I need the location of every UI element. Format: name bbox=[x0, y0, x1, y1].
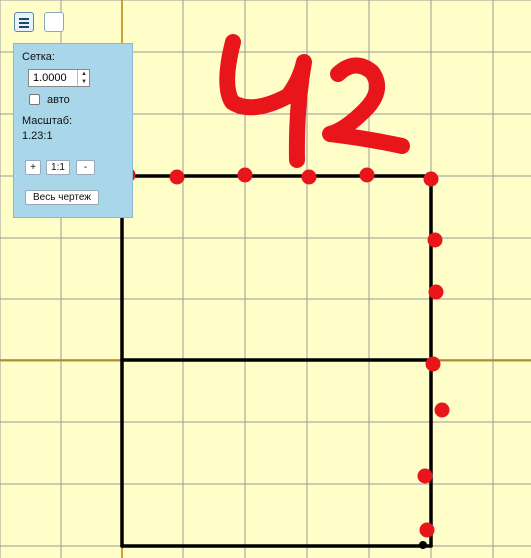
point-marker bbox=[423, 171, 439, 187]
point-marker bbox=[169, 169, 185, 185]
hamburger-icon-bar bbox=[19, 26, 29, 28]
corner-point bbox=[419, 541, 427, 549]
scale-value: 1.23:1 bbox=[22, 130, 53, 142]
grid-label: Сетка: bbox=[22, 51, 55, 63]
blank-button[interactable] bbox=[44, 12, 64, 32]
point-marker bbox=[428, 284, 444, 300]
point-marker bbox=[425, 356, 441, 372]
zoom-in-button[interactable]: + bbox=[25, 160, 41, 175]
point-marker bbox=[359, 167, 375, 183]
grid-spinner[interactable]: ▲ ▼ bbox=[77, 70, 90, 86]
point-marker bbox=[301, 169, 317, 185]
point-marker bbox=[427, 232, 443, 248]
hamburger-icon bbox=[19, 18, 29, 20]
hamburger-icon-bar bbox=[19, 22, 29, 24]
point-marker bbox=[417, 468, 433, 484]
zoom-out-button[interactable]: - bbox=[76, 160, 95, 175]
settings-panel: Сетка: ▲▼ авто Масштаб: 1.23:1 + 1:1 - В… bbox=[13, 43, 133, 218]
point-marker bbox=[237, 167, 253, 183]
fit-drawing-button[interactable]: Весь чертеж bbox=[25, 190, 99, 205]
point-marker bbox=[434, 402, 450, 418]
menu-button[interactable] bbox=[14, 12, 34, 32]
auto-label: авто bbox=[47, 94, 70, 106]
point-marker bbox=[419, 522, 435, 538]
scale-label: Масштаб: bbox=[22, 115, 73, 127]
zoom-reset-button[interactable]: 1:1 bbox=[46, 160, 70, 175]
auto-checkbox[interactable] bbox=[29, 94, 40, 105]
